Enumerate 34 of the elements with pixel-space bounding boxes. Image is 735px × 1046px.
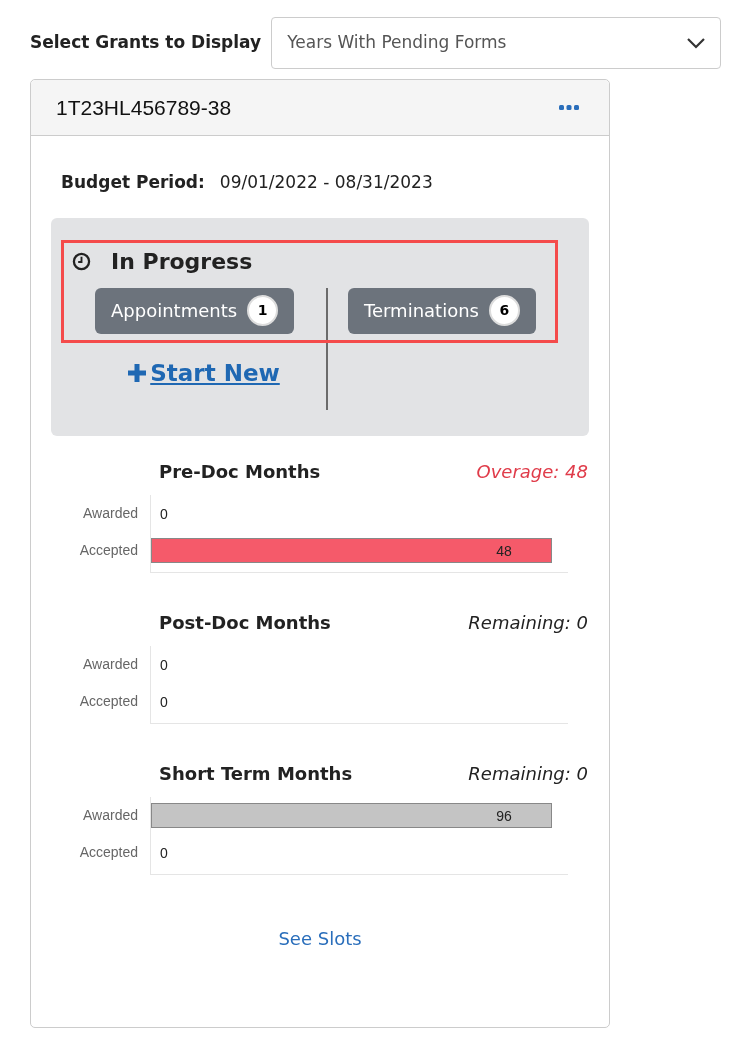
chart-summary: Remaining: 0 [468,762,588,786]
bar-value: 0 [160,655,168,675]
filter-label: Select Grants to Display [30,31,262,55]
row-label: Accepted [79,842,138,862]
chart-summary: Remaining: 0 [468,611,588,635]
chart-title: Short Term Months [159,762,353,786]
row-label: Accepted [79,540,138,560]
budget-label: Budget Period: [61,171,205,194]
grant-select[interactable]: Years With Pending Forms [271,17,722,69]
clock-icon [72,251,91,271]
grant-id: 1T23HL456789-38 [56,94,232,121]
count-badge: 6 [488,295,520,326]
count-badge: 1 [247,295,279,326]
row-label: Awarded [83,503,138,523]
budget-value: 09/01/2022 - 08/31/2023 [219,171,433,194]
bar-value: 96 [496,806,512,826]
bar-value: 0 [160,843,168,863]
chart-title: Post-Doc Months [159,611,331,635]
row-label: Awarded [83,654,138,674]
chart-summary: Overage: 48 [476,460,588,484]
terminations-button[interactable]: Terminations 6 [348,287,536,334]
plus-icon [127,362,148,383]
bar-value: 0 [160,504,168,524]
more-icon[interactable] [559,104,579,111]
chevron-down-icon [687,37,706,49]
row-label: Accepted [79,691,138,711]
see-slots-link[interactable]: See Slots [278,924,362,952]
status-title: In Progress [111,247,253,276]
row-label: Awarded [83,805,138,825]
start-new-link[interactable]: Start New [127,355,280,390]
bar-value: 0 [160,692,168,712]
appointments-button[interactable]: Appointments 1 [95,287,295,334]
chart-title: Pre-Doc Months [159,460,321,484]
bar-value: 48 [496,541,512,561]
